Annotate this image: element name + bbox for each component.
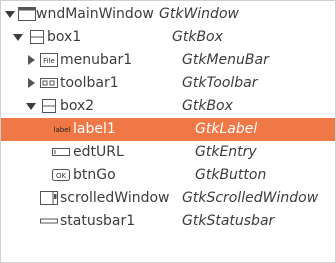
- tree-row-type: GtkBox: [182, 98, 233, 114]
- tree-row-type: GtkBox: [172, 29, 223, 45]
- tree-row-type: GtkStatusbar: [182, 213, 275, 229]
- tree-row-name: box2: [60, 98, 95, 114]
- tree-row-statusbar1[interactable]: statusbar1 GtkStatusbar: [1, 210, 335, 233]
- tree-row-name: toolbar1: [60, 75, 119, 91]
- expander-expanded-icon[interactable]: [5, 11, 15, 18]
- statusbar-icon: [40, 214, 58, 228]
- tree-row-menubar1[interactable]: File menubar1 GtkMenuBar: [1, 49, 335, 72]
- expander-expanded-icon[interactable]: [26, 103, 36, 110]
- entry-icon: [52, 145, 70, 159]
- box-icon: [42, 99, 56, 113]
- label-icon-text: label: [54, 126, 71, 134]
- window-icon: [18, 7, 36, 21]
- tree-row-wndmainwindow[interactable]: wndMainWindow GtkWindow: [1, 3, 335, 26]
- tree-row-type: GtkLabel: [195, 121, 258, 137]
- tree-row-type: GtkEntry: [195, 144, 257, 160]
- expander-collapsed-icon[interactable]: [28, 78, 35, 88]
- box-icon: [30, 30, 44, 44]
- tree-row-name: label1: [73, 121, 116, 137]
- tree-row-btngo[interactable]: OK btnGo GtkButton: [1, 164, 335, 187]
- tree-row-label1[interactable]: label label1 GtkLabel: [1, 118, 335, 141]
- tree-row-type: GtkToolbar: [182, 75, 258, 91]
- label-icon: label: [52, 123, 72, 137]
- tree-row-name: wndMainWindow: [36, 6, 154, 22]
- tree-row-type: GtkWindow: [159, 6, 239, 22]
- toolbar-icon: [40, 76, 58, 90]
- tree-row-scrolledwindow[interactable]: scrolledWindow GtkScrolledWindow: [1, 187, 335, 210]
- tree-row-name: box1: [47, 29, 82, 45]
- tree-row-type: GtkScrolledWindow: [182, 190, 319, 206]
- menubar-icon: File: [40, 53, 58, 67]
- expander-collapsed-icon[interactable]: [28, 55, 35, 65]
- widget-tree: wndMainWindow GtkWindow box1 GtkBox File…: [0, 0, 336, 263]
- tree-row-name: edtURL: [73, 144, 124, 160]
- tree-row-name: scrolledWindow: [60, 190, 170, 206]
- tree-row-name: btnGo: [73, 167, 116, 183]
- tree-row-name: statusbar1: [60, 213, 136, 229]
- tree-row-name: menubar1: [60, 52, 133, 68]
- tree-row-box2[interactable]: box2 GtkBox: [1, 95, 335, 118]
- menubar-icon-text: File: [43, 57, 55, 65]
- tree-row-box1[interactable]: box1 GtkBox: [1, 26, 335, 49]
- svg-text:OK: OK: [56, 172, 67, 180]
- tree-row-type: GtkButton: [195, 167, 267, 183]
- expander-expanded-icon[interactable]: [13, 34, 23, 41]
- tree-row-edturl[interactable]: edtURL GtkEntry: [1, 141, 335, 164]
- tree-row-type: GtkMenuBar: [182, 52, 269, 68]
- scrolled-window-icon: [40, 191, 58, 205]
- button-icon: OK: [52, 168, 70, 182]
- tree-row-toolbar1[interactable]: toolbar1 GtkToolbar: [1, 72, 335, 95]
